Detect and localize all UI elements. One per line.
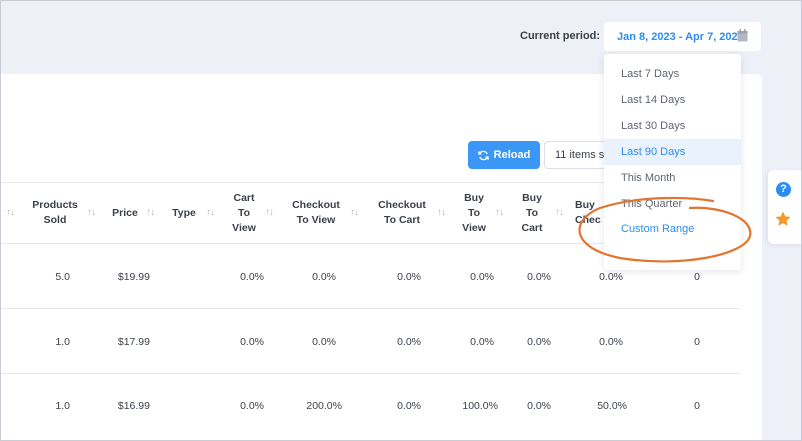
sort-icon[interactable]: ↑↓ [87,207,96,218]
sort-icon[interactable]: ↑↓ [265,207,274,218]
menu-item-last-14-days[interactable]: Last 14 Days [604,87,741,113]
reload-label: Reload [493,149,531,161]
sort-icon[interactable]: ↑↓ [206,207,215,218]
cell-cart-to-view: 0.0% [240,400,264,412]
cell-buy-checkout: 0.0% [599,336,623,348]
col-label: Cart [521,222,543,234]
menu-item-this-month[interactable]: This Month [604,165,741,191]
col-label: To [525,207,539,219]
cell-buy-to-cart: 0.0% [527,336,551,348]
cell-checkout-to-view: 0.0% [312,336,336,348]
col-label: Buy [575,199,595,211]
sort-icon[interactable]: ↑↓ [350,207,359,218]
menu-item-custom-range[interactable]: Custom Range [604,216,741,242]
cell-checkout-to-cart: 0.0% [397,271,421,283]
col-label: View [232,222,256,234]
cell-price: $17.99 [117,336,150,348]
col-label: Sold [43,214,67,226]
cell-last: 0 [694,400,700,412]
menu-item-last-90-days[interactable]: Last 90 Days [604,139,741,165]
row-divider [0,373,740,374]
cell-buy-checkout: 50.0% [597,400,627,412]
sort-icon[interactable]: ↑↓ [6,207,15,218]
col-label: Cart [233,192,255,204]
cell-cart-to-view: 0.0% [240,336,264,348]
current-period-label: Current period: [520,30,601,42]
cell-products-sold: 5.0 [55,271,70,283]
col-label: Chec [575,214,601,226]
col-checkout-to-cart[interactable]: Checkout To Cart [371,198,433,228]
col-label: To [467,207,481,219]
cell-products-sold: 1.0 [55,400,70,412]
cell-price: $19.99 [117,271,150,283]
row-divider [0,308,740,309]
cell-checkout-to-view: 200.0% [306,400,342,412]
cell-buy-checkout: 0.0% [599,271,623,283]
col-cart-to-view[interactable]: Cart To View [228,191,260,236]
date-range-value: Jan 8, 2023 - Apr 7, 2023 [617,30,744,43]
sort-icon[interactable]: ↑↓ [146,207,155,218]
col-label: Buy [464,192,484,204]
col-label: Buy [522,192,542,204]
col-buy-to-cart[interactable]: Buy To Cart [516,191,548,236]
col-price[interactable]: Price [108,206,142,221]
sort-icon[interactable]: ↑↓ [437,207,446,218]
col-label: Products [32,199,78,211]
menu-item-last-30-days[interactable]: Last 30 Days [604,113,741,139]
refresh-icon [477,150,489,160]
cell-checkout-to-cart: 0.0% [397,336,421,348]
col-label: Checkout [292,199,340,211]
cell-last: 0 [694,336,700,348]
col-products-sold[interactable]: Products Sold [27,198,83,228]
menu-item-last-7-days[interactable]: Last 7 Days [604,61,741,87]
col-type[interactable]: Type [169,206,199,221]
col-label: Checkout [378,199,426,211]
star-icon[interactable] [774,210,792,228]
cell-price: $16.99 [117,400,150,412]
reload-button[interactable]: Reload [468,141,540,169]
cell-checkout-to-cart: 0.0% [397,400,421,412]
cell-buy-to-cart: 0.0% [527,400,551,412]
cell-checkout-to-view: 0.0% [312,271,336,283]
sort-icon[interactable]: ↑↓ [495,207,504,218]
side-widget: ? [768,170,802,244]
cell-buy-to-view: 0.0% [470,336,494,348]
date-range-picker[interactable]: Jan 8, 2023 - Apr 7, 2023 [604,22,761,51]
cell-buy-to-cart: 0.0% [527,271,551,283]
period-dropdown-menu: Last 7 Days Last 14 Days Last 30 Days La… [604,54,741,270]
col-label: To Cart [384,214,420,226]
cell-buy-to-view: 0.0% [470,271,494,283]
cell-cart-to-view: 0.0% [240,271,264,283]
cell-last: 0 [694,271,700,283]
col-buy-to-view[interactable]: Buy To View [458,191,490,236]
menu-item-this-quarter[interactable]: This Quarter [604,191,741,217]
items-per-page-value: 11 items se [555,149,611,161]
col-label: To [237,207,251,219]
cell-buy-to-view: 100.0% [462,400,498,412]
calendar-icon [737,29,748,42]
col-label: View [462,222,486,234]
col-checkout-to-view[interactable]: Checkout To View [286,198,346,228]
col-label: To View [296,214,336,226]
cell-products-sold: 1.0 [55,336,70,348]
sort-icon[interactable]: ↑↓ [555,207,564,218]
help-icon[interactable]: ? [776,182,791,197]
